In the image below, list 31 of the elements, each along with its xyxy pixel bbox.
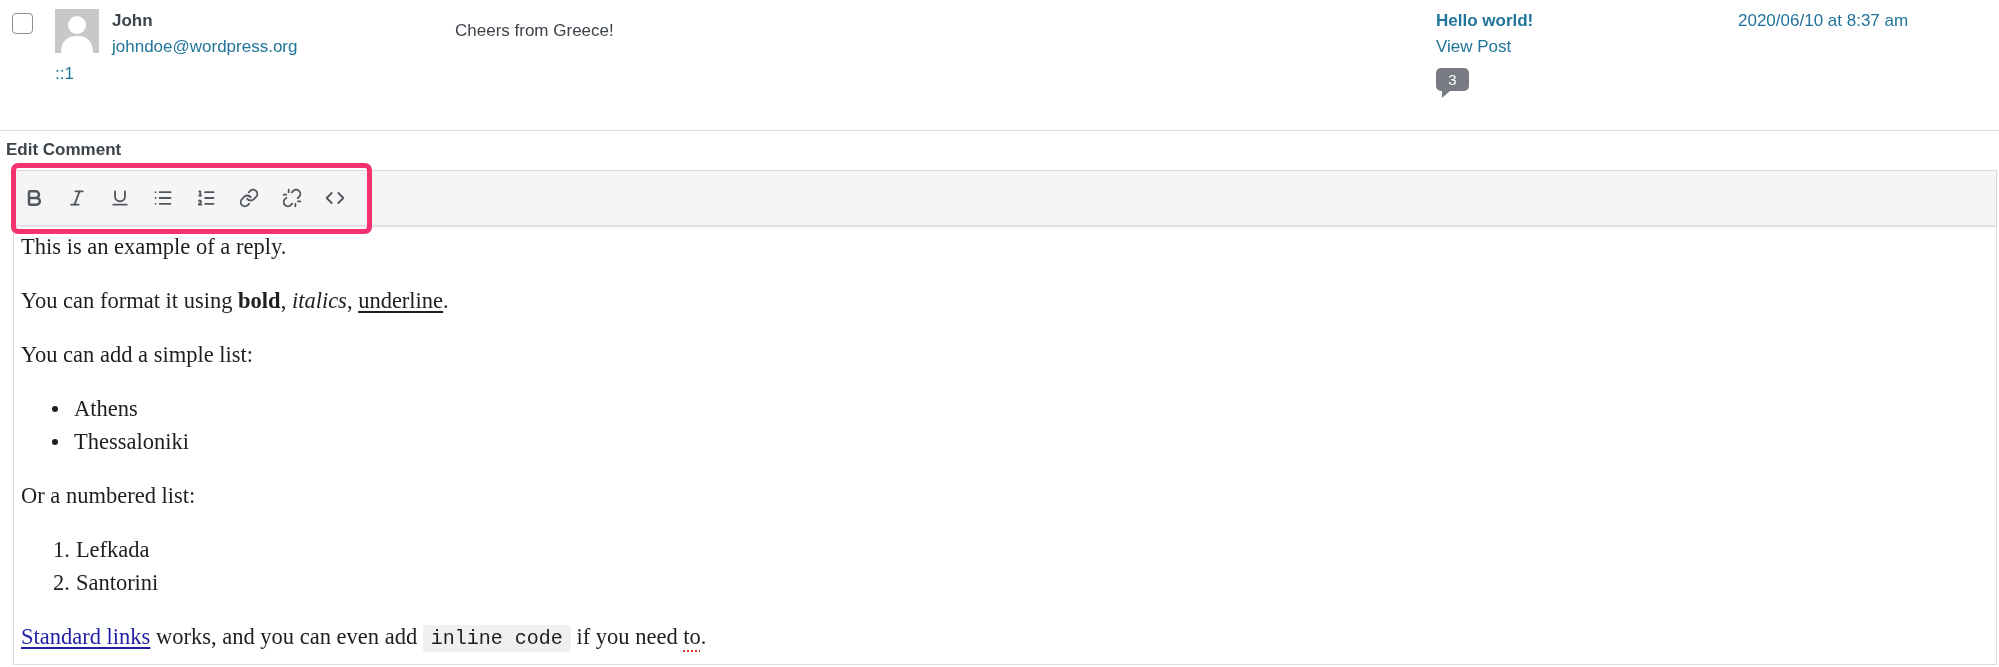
broken-link-icon	[282, 188, 302, 208]
author-email-link[interactable]: johndoe@wordpress.org	[112, 35, 298, 59]
numbered-list-icon	[196, 188, 216, 208]
bullet-icon	[52, 405, 58, 412]
list-item: Thessaloniki	[74, 428, 189, 456]
inline-code: inline code	[422, 625, 571, 652]
bullet-icon	[52, 438, 58, 445]
list-number: 2.	[53, 569, 70, 597]
author-ip-link[interactable]: ::1	[55, 62, 74, 86]
row-checkbox[interactable]	[12, 13, 33, 34]
post-title-link[interactable]: Hello world!	[1436, 9, 1534, 33]
italic-icon	[67, 188, 87, 208]
content-paragraph: Standard links works, and you can even add inline code if you need to.	[21, 623, 707, 654]
content-paragraph: Or a numbered list:	[21, 482, 196, 510]
bulleted-list-icon	[153, 188, 173, 208]
view-post-link[interactable]: View Post	[1436, 35, 1512, 59]
user-silhouette-icon	[55, 9, 99, 53]
submitted-date-link[interactable]: 2020/06/10 at 8:37 am	[1738, 11, 1909, 30]
author-name: John	[112, 10, 154, 32]
content-paragraph: This is an example of a reply.	[21, 233, 287, 261]
list-item: Athens	[74, 395, 138, 423]
content-paragraph: You can format it using bold, italics, underline.	[21, 287, 449, 315]
comment-text: Cheers from Greece!	[455, 21, 614, 40]
standard-link[interactable]: Standard links	[21, 624, 151, 649]
link-icon	[239, 188, 259, 208]
list-number: 1.	[53, 536, 70, 564]
list-item: Santorini	[75, 569, 159, 597]
edit-comment-heading: Edit Comment	[6, 140, 122, 159]
content-paragraph: You can add a simple list:	[21, 341, 254, 369]
underline-icon	[110, 188, 130, 208]
list-item: Lefkada	[75, 536, 150, 564]
